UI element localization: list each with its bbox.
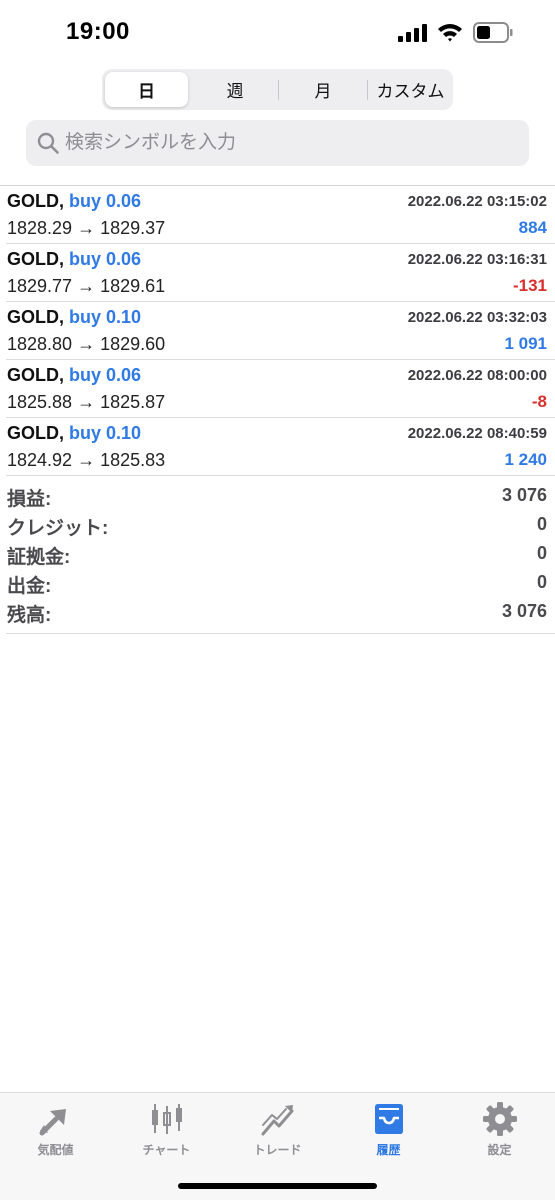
tab-label: チャート <box>142 1143 191 1157</box>
deal-title: GOLD, buy 0.10 <box>7 423 141 444</box>
deals-list: GOLD, buy 0.06 1828.29 → 1829.37 2022.06… <box>0 185 555 476</box>
deal-symbol: GOLD, <box>7 423 64 443</box>
deal-title: GOLD, buy 0.06 <box>7 365 141 386</box>
battery-icon <box>473 22 513 43</box>
deal-side: buy 0.06 <box>69 365 142 385</box>
account-summary: 損益: 3 076 クレジット: 0 証拠金: 0 出金: 0 残高: 3 07… <box>6 482 555 634</box>
summary-label: クレジット: <box>7 518 109 539</box>
deal-title: GOLD, buy 0.06 <box>7 191 141 212</box>
cellular-signal-icon <box>398 24 427 42</box>
status-time: 19:00 <box>66 18 130 45</box>
segment-month[interactable]: 月 <box>279 69 367 110</box>
summary-value: 0 <box>536 514 547 534</box>
deal-time: 2022.06.22 08:00:00 <box>407 367 547 384</box>
deal-profit: 884 <box>518 218 547 237</box>
deal-title: GOLD, buy 0.10 <box>7 307 141 328</box>
status-bar: 19:00 <box>0 0 555 62</box>
summary-value: 3 076 <box>501 485 547 505</box>
tab-label: 履歴 <box>376 1143 401 1157</box>
deal-side: buy 0.10 <box>69 307 142 327</box>
deal-prices: 1825.88 → 1825.87 <box>7 392 166 412</box>
summary-label: 残高: <box>7 605 52 626</box>
deal-profit: -8 <box>531 392 547 411</box>
deal-symbol: GOLD, <box>7 307 64 327</box>
period-segmented-control: 日 週 月 カスタム <box>102 69 453 110</box>
deal-time: 2022.06.22 08:40:59 <box>407 425 547 442</box>
candlestick-chart-icon <box>151 1104 182 1134</box>
summary-label: 損益: <box>7 489 52 510</box>
tab-settings[interactable]: 設定 <box>444 1101 555 1163</box>
search-input[interactable] <box>65 132 485 154</box>
deal-prices: 1824.92 → 1825.83 <box>7 450 166 470</box>
deal-row[interactable]: GOLD, buy 0.10 1824.92 → 1825.83 2022.06… <box>6 418 555 476</box>
summary-label: 出金: <box>7 576 52 597</box>
summary-value: 0 <box>536 543 547 563</box>
home-indicator <box>178 1183 377 1189</box>
wifi-icon <box>438 24 462 42</box>
gear-icon <box>482 1102 517 1136</box>
deal-profit: 1 240 <box>504 450 547 469</box>
deal-symbol: GOLD, <box>7 365 64 385</box>
tab-label: 設定 <box>487 1143 512 1157</box>
tab-trade[interactable]: トレード <box>222 1101 333 1163</box>
search-bar[interactable] <box>26 120 529 166</box>
deal-side: buy 0.06 <box>69 191 142 211</box>
deal-row[interactable]: GOLD, buy 0.06 1829.77 → 1829.61 2022.06… <box>6 244 555 302</box>
segment-week[interactable]: 週 <box>192 69 278 110</box>
summary-value: 0 <box>536 572 547 592</box>
history-inbox-icon <box>374 1104 403 1134</box>
tab-label: トレード <box>253 1143 302 1157</box>
search-icon <box>37 132 59 154</box>
tab-quotes[interactable]: 気配値 <box>0 1101 111 1163</box>
tab-chart[interactable]: チャート <box>111 1101 222 1163</box>
deal-row[interactable]: GOLD, buy 0.06 1828.29 → 1829.37 2022.06… <box>6 186 555 244</box>
quotes-arrows-icon <box>39 1109 66 1136</box>
segment-custom[interactable]: カスタム <box>368 69 453 110</box>
deal-profit: 1 091 <box>504 334 547 353</box>
summary-row-credit: クレジット: 0 <box>6 511 555 540</box>
deal-time: 2022.06.22 03:15:02 <box>407 193 547 210</box>
summary-row-balance: 残高: 3 076 <box>6 598 555 627</box>
deal-profit: -131 <box>512 276 547 295</box>
deal-prices: 1829.77 → 1829.61 <box>7 276 166 296</box>
tab-history[interactable]: 履歴 <box>333 1101 444 1163</box>
summary-label: 証拠金: <box>7 547 71 568</box>
summary-row-deposit: 証拠金: 0 <box>6 540 555 569</box>
deal-symbol: GOLD, <box>7 249 64 269</box>
deal-side: buy 0.06 <box>69 249 142 269</box>
deal-prices: 1828.80 → 1829.60 <box>7 334 166 354</box>
summary-row-withdrawal: 出金: 0 <box>6 569 555 598</box>
deal-time: 2022.06.22 03:32:03 <box>407 309 547 326</box>
deal-title: GOLD, buy 0.06 <box>7 249 141 270</box>
segment-day[interactable]: 日 <box>105 72 188 107</box>
deal-row[interactable]: GOLD, buy 0.10 1828.80 → 1829.60 2022.06… <box>6 302 555 360</box>
deal-prices: 1828.29 → 1829.37 <box>7 218 166 238</box>
deal-side: buy 0.10 <box>69 423 142 443</box>
summary-value: 3 076 <box>501 601 547 621</box>
deal-time: 2022.06.22 03:16:31 <box>407 251 547 268</box>
trade-trend-icon <box>261 1105 293 1136</box>
deal-row[interactable]: GOLD, buy 0.06 1825.88 → 1825.87 2022.06… <box>6 360 555 418</box>
summary-row-profit: 損益: 3 076 <box>6 482 555 511</box>
tab-label: 気配値 <box>37 1143 74 1157</box>
deal-symbol: GOLD, <box>7 191 64 211</box>
